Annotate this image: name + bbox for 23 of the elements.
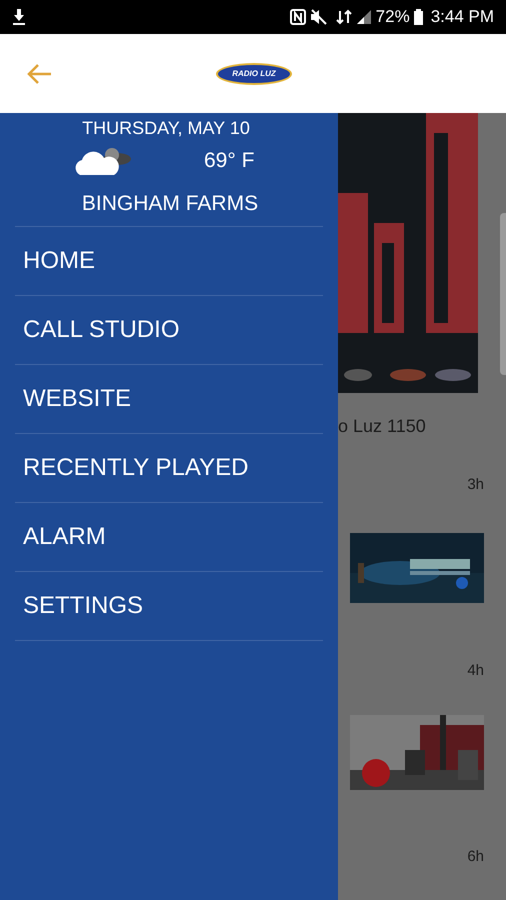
back-arrow-icon bbox=[26, 62, 52, 84]
mute-icon bbox=[310, 9, 328, 25]
data-icon bbox=[336, 9, 352, 25]
logo: RADIO LUZ bbox=[216, 62, 292, 84]
temperature: 69° F bbox=[204, 148, 254, 174]
post-time: 4h bbox=[466, 660, 484, 680]
battery-icon bbox=[414, 9, 423, 25]
menu-item[interactable]: CALL STUDIO bbox=[15, 296, 323, 364]
download-icon bbox=[12, 9, 26, 25]
nfc-icon bbox=[290, 9, 306, 25]
clock: 3:44 PM bbox=[430, 6, 494, 28]
menu-item[interactable]: HOME bbox=[15, 227, 323, 295]
battery-percent: 72% bbox=[376, 6, 410, 28]
post-time: 6h bbox=[466, 847, 484, 867]
menu-item[interactable]: ALARM bbox=[15, 503, 323, 571]
menu-item[interactable]: RECENTLY PLAYED bbox=[15, 434, 323, 502]
post-time: 3h bbox=[466, 475, 484, 495]
menu-item[interactable]: SETTINGS bbox=[15, 572, 323, 640]
date: THURSDAY, MAY 10 bbox=[81, 117, 251, 137]
signal-icon bbox=[356, 9, 372, 25]
location: BINGHAM FARMS bbox=[80, 191, 260, 217]
menu-item[interactable]: WEBSITE bbox=[15, 365, 323, 433]
feed-title: o Luz 1150 bbox=[338, 415, 427, 438]
